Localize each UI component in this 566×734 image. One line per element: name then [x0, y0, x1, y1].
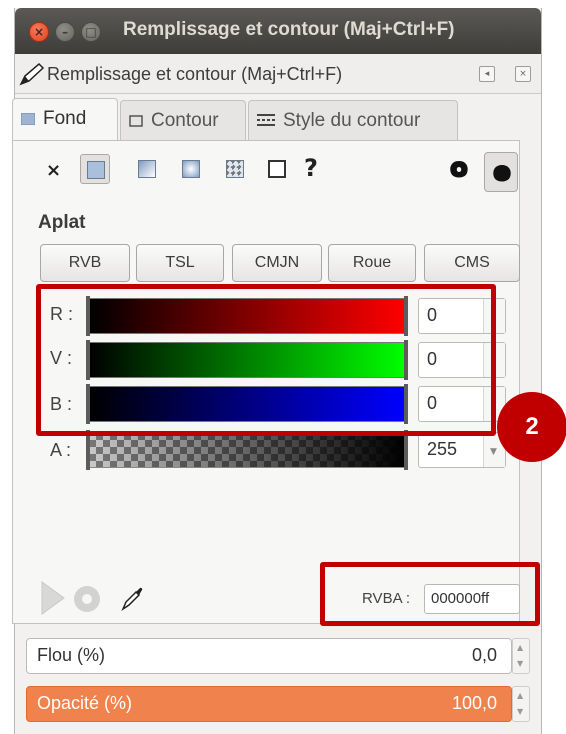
color-managed-icon: [41, 581, 65, 615]
tab-stroke-paint[interactable]: Contour: [120, 100, 246, 140]
spin-down-icon: ▼: [490, 447, 497, 457]
rgba-input[interactable]: 000000ff: [424, 584, 520, 614]
radial-gradient-icon: [182, 160, 200, 178]
pattern-button[interactable]: [220, 154, 250, 184]
fill-rule-nonzero-icon: [493, 165, 511, 182]
blur-label: Flou (%): [37, 645, 106, 665]
minimize-window-button[interactable]: –: [55, 22, 75, 42]
dock-iconify-button[interactable]: ◂: [479, 66, 495, 82]
maximize-icon: □: [85, 25, 97, 39]
minimize-icon: –: [62, 25, 68, 39]
flat-color-icon: [87, 161, 105, 179]
annotation-highlight-rgb: [36, 284, 496, 436]
unset-paint-button[interactable]: ?: [304, 154, 318, 182]
maximize-window-button[interactable]: □: [81, 22, 101, 42]
close-icon: ×: [33, 25, 45, 39]
tab-stroke-style-label: Style du contour: [283, 110, 421, 131]
flat-color-button[interactable]: [80, 154, 110, 184]
spin-down-icon: ▼: [517, 659, 524, 668]
alpha-slider[interactable]: [86, 430, 408, 470]
tab-fill-label: Fond: [43, 108, 87, 129]
tab-stroke-style[interactable]: Style du contour: [248, 100, 458, 140]
alpha-slider-end-handle: [404, 430, 408, 470]
fill-icon: [21, 113, 35, 125]
swatch-icon: [268, 160, 286, 178]
swatch-button[interactable]: [262, 154, 292, 184]
close-window-button[interactable]: ×: [29, 22, 49, 42]
spin-down-icon: ▼: [517, 707, 524, 716]
title-bar: × – □ Remplissage et contour (Maj+Ctrl+F…: [15, 8, 541, 54]
alpha-value: 255: [427, 439, 458, 459]
mode-cmyk-button[interactable]: CMJN: [232, 244, 322, 282]
annotation-badge: 2: [497, 392, 566, 462]
radial-gradient-button[interactable]: [176, 154, 206, 184]
alpha-spinbox[interactable]: 255 ▼: [418, 432, 506, 468]
opacity-label: Opacité (%): [37, 693, 133, 713]
opacity-field[interactable]: Opacité (%) 100,0: [26, 686, 512, 722]
mode-wheel-button[interactable]: Roue: [328, 244, 416, 282]
blur-spin[interactable]: ▲ ▼: [512, 638, 530, 674]
alpha-channel-label: A :: [50, 440, 72, 460]
alpha-slider-start-handle: [86, 430, 90, 470]
tab-stroke-paint-label: Contour: [151, 110, 219, 131]
blur-value: 0,0: [471, 645, 497, 665]
linear-gradient-button[interactable]: [132, 154, 162, 184]
opacity-value: 100,0: [451, 693, 497, 713]
pen-fill-stroke-icon: [19, 62, 45, 86]
dock-title: Remplissage et contour (Maj+Ctrl+F): [47, 64, 343, 84]
mode-rgb-button[interactable]: RVB: [40, 244, 130, 282]
fill-rule-evenodd-icon[interactable]: [448, 158, 470, 180]
window-title: Remplissage et contour (Maj+Ctrl+F): [123, 19, 455, 40]
dock-close-button[interactable]: ×: [515, 66, 531, 82]
spin-up-icon: ▲: [517, 691, 524, 700]
alpha-gradient: [89, 433, 405, 467]
mode-hsl-button[interactable]: TSL: [136, 244, 224, 282]
mode-cms-button[interactable]: CMS: [424, 244, 520, 282]
stroke-paint-icon: [129, 115, 143, 127]
tab-fill[interactable]: Fond: [12, 98, 118, 140]
dock-header: Remplissage et contour (Maj+Ctrl+F) ◂ ×: [15, 54, 541, 94]
blur-field[interactable]: Flou (%) 0,0: [26, 638, 512, 674]
opacity-spin[interactable]: ▲ ▼: [512, 686, 530, 722]
color-picker-icon[interactable]: [120, 584, 146, 612]
stroke-style-icon: [257, 114, 275, 126]
fill-rule-nonzero-button[interactable]: [484, 152, 518, 192]
rgba-label: RVBA :: [362, 590, 411, 607]
out-of-gamut-icon: [74, 586, 100, 612]
spin-up-icon: ▲: [517, 643, 524, 652]
pattern-icon: [226, 160, 244, 178]
fill-mode-heading: Aplat: [38, 212, 86, 233]
no-paint-button[interactable]: ×: [46, 160, 61, 181]
linear-gradient-icon: [138, 160, 156, 178]
